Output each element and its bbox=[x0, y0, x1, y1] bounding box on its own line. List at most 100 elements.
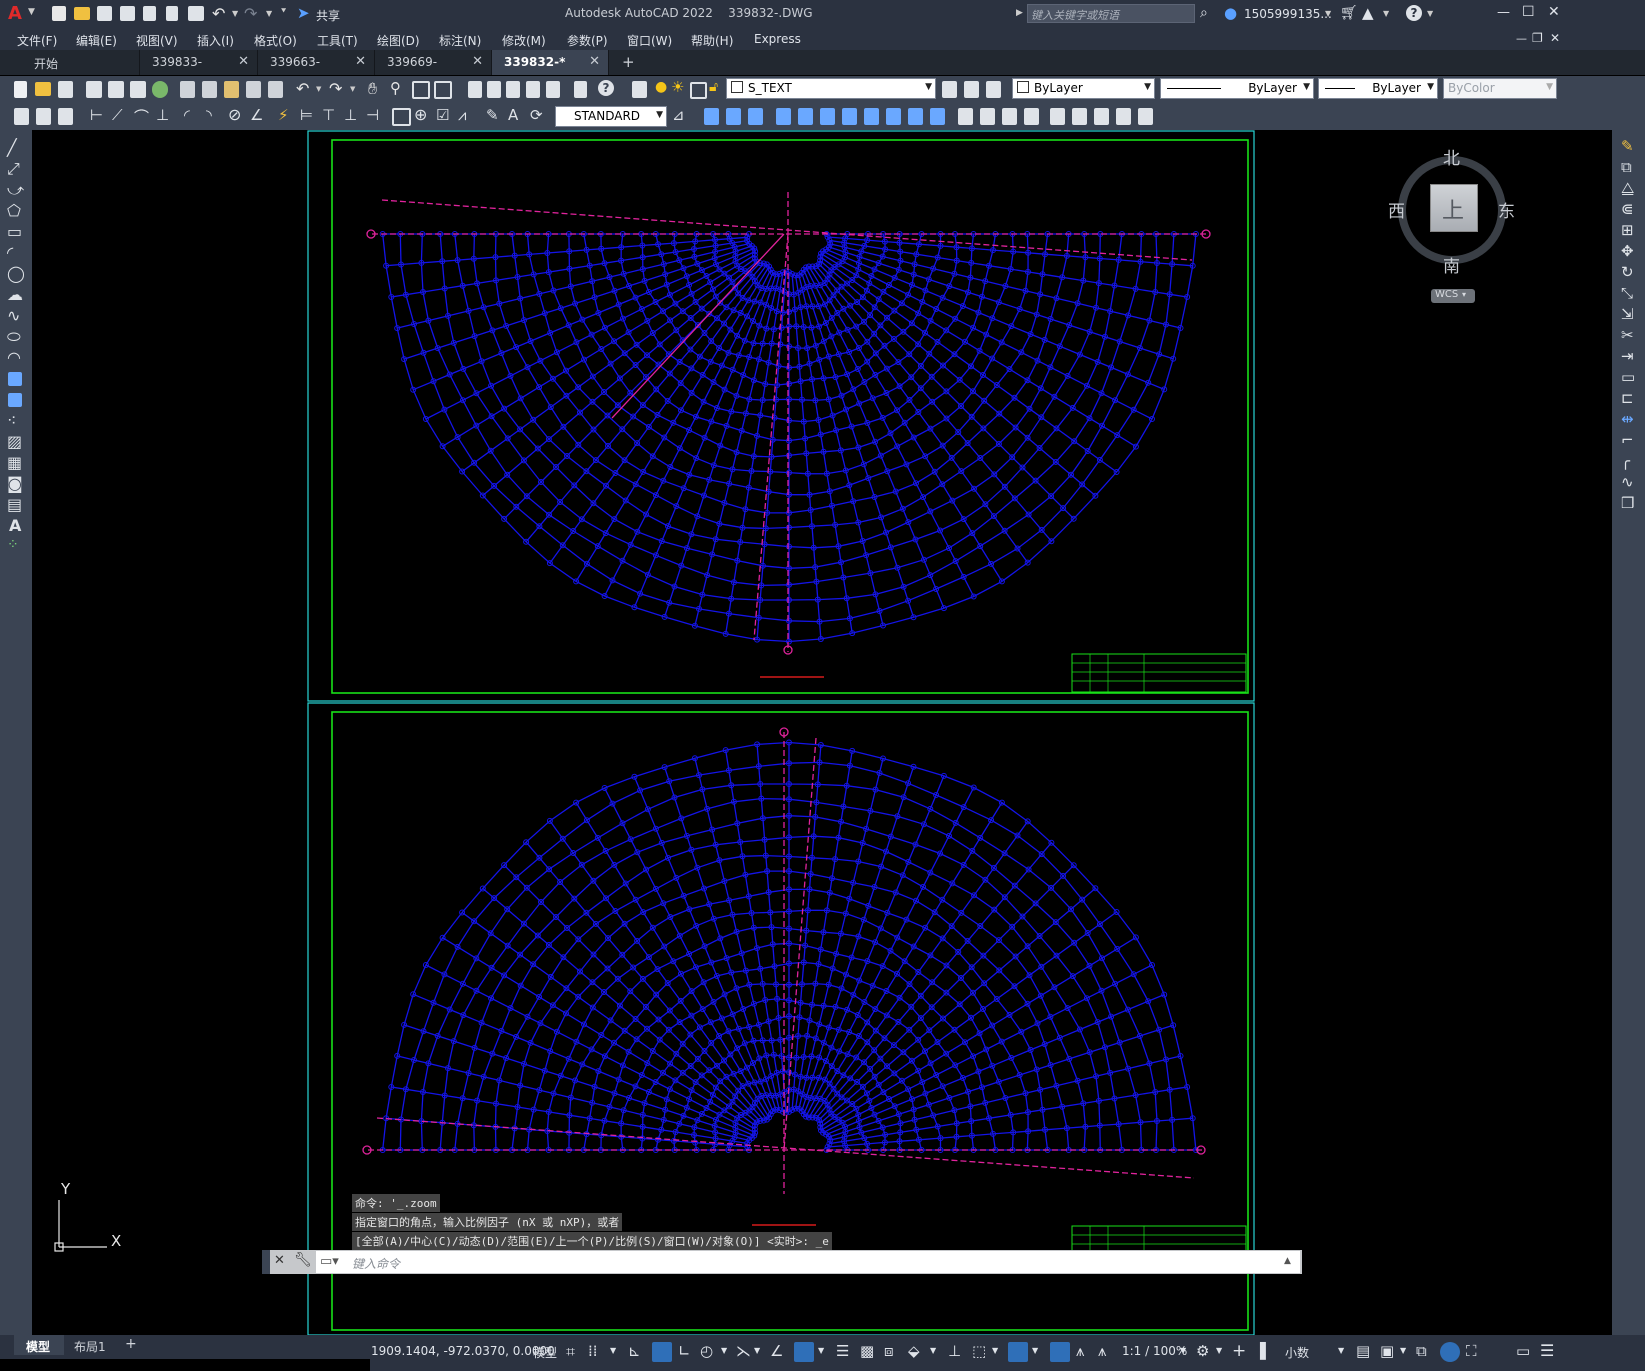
user-dropdown-icon[interactable]: ▼ bbox=[1325, 9, 1331, 18]
menu-insert[interactable]: 插入(I) bbox=[197, 32, 234, 49]
menu-modify[interactable]: 修改(M) bbox=[502, 32, 546, 49]
layer-on-icon[interactable]: ● bbox=[655, 79, 667, 95]
publish-icon[interactable] bbox=[143, 6, 156, 21]
annotation-scale-icon[interactable]: ⩚ bbox=[1098, 1342, 1106, 1360]
jogged-linear-icon[interactable]: ⩘ bbox=[458, 106, 466, 124]
copy-faces-icon[interactable] bbox=[908, 108, 923, 125]
polar-dropdown-icon[interactable]: ▼ bbox=[721, 1346, 727, 1355]
snap-icon[interactable]: ⁞⁞ bbox=[588, 1342, 598, 1360]
array-icon[interactable]: ⊞ bbox=[1621, 221, 1634, 239]
close-icon[interactable]: ✕ bbox=[472, 54, 483, 69]
dim-reassoc-icon[interactable]: ⟳ bbox=[530, 106, 543, 124]
command-grip[interactable] bbox=[262, 1250, 270, 1274]
minimize-button[interactable]: — bbox=[1497, 5, 1510, 20]
new-file-icon[interactable] bbox=[52, 6, 66, 21]
center-mark-icon[interactable]: ⊕ bbox=[414, 105, 427, 124]
chamfer-icon[interactable]: ⌐ bbox=[1621, 431, 1634, 449]
infer-constraints-icon[interactable]: ⊾ bbox=[628, 1342, 641, 1360]
plot-icon[interactable] bbox=[86, 81, 102, 98]
arc-icon[interactable]: ◜ bbox=[7, 243, 13, 262]
tolerance-icon[interactable] bbox=[392, 108, 411, 126]
layer-properties-icon[interactable] bbox=[632, 81, 647, 98]
section-icon[interactable] bbox=[1116, 108, 1131, 125]
properties-icon[interactable] bbox=[468, 81, 482, 98]
layer-select[interactable]: S_TEXT ▼ bbox=[726, 78, 936, 99]
layer-viewport-icon[interactable] bbox=[690, 82, 707, 99]
move-icon[interactable]: ✥ bbox=[1621, 242, 1634, 260]
linetype-select[interactable]: ByLayer ▼ bbox=[1160, 78, 1314, 99]
angular-dim-icon[interactable]: ∠ bbox=[250, 106, 263, 124]
color-faces-icon[interactable] bbox=[930, 108, 945, 125]
block-editor-icon[interactable] bbox=[268, 81, 283, 98]
union-icon[interactable] bbox=[704, 108, 719, 125]
units-value[interactable]: 小数 bbox=[1285, 1344, 1309, 1361]
lock-ui-icon[interactable]: ▣ bbox=[1380, 1342, 1394, 1360]
insert-block-icon[interactable] bbox=[8, 372, 22, 386]
tab-339669[interactable]: 339669- ✕ bbox=[375, 50, 492, 75]
diameter-dim-icon[interactable]: ⊘ bbox=[228, 105, 241, 124]
tab-339832[interactable]: 339832-* ✕ bbox=[492, 50, 609, 75]
region-icon[interactable]: ◙ bbox=[7, 474, 23, 493]
compass-east[interactable]: 东 bbox=[1498, 197, 1515, 222]
dim-style-icon[interactable] bbox=[36, 108, 51, 125]
units-dropdown-icon[interactable]: ▼ bbox=[1338, 1346, 1344, 1355]
stretch-icon[interactable]: ⇲ bbox=[1621, 305, 1634, 323]
line-icon[interactable]: ╱ bbox=[7, 138, 17, 157]
menu-window[interactable]: 窗口(W) bbox=[627, 32, 672, 49]
jogged-dim-icon[interactable]: ◝ bbox=[206, 106, 212, 124]
menu-edit[interactable]: 编辑(E) bbox=[76, 32, 117, 49]
pan-icon[interactable]: ✋︎ bbox=[368, 79, 377, 99]
mirror-icon[interactable]: ⧋ bbox=[1621, 179, 1634, 197]
layout-tab-layout1[interactable]: 布局1 bbox=[66, 1335, 118, 1355]
extrude-faces-icon[interactable] bbox=[776, 108, 791, 125]
coordinate-readout[interactable]: 1909.1404, -972.0370, 0.0000 bbox=[371, 1344, 555, 1358]
dim-override-icon[interactable] bbox=[58, 108, 73, 125]
quickcalc-icon[interactable] bbox=[574, 81, 587, 98]
transparency-icon[interactable]: ▩ bbox=[860, 1342, 874, 1360]
object-snap-icon[interactable] bbox=[794, 1342, 814, 1362]
drawing-canvas[interactable]: Y X 上 北 南 东 西 WCS ▾ 命令: '_.zoom 指定窗口的角点，… bbox=[32, 130, 1612, 1335]
customization-icon[interactable]: ▭ bbox=[1516, 1342, 1530, 1360]
rotate-faces-icon[interactable] bbox=[864, 108, 879, 125]
ellipse-icon[interactable]: ⬭ bbox=[7, 327, 21, 347]
lineweight-select[interactable]: ByLayer ▼ bbox=[1318, 78, 1438, 99]
linear-dim-icon[interactable]: ⊢ bbox=[90, 106, 103, 124]
ellipse-arc-icon[interactable]: ◠ bbox=[7, 348, 21, 367]
zoom-previous-icon[interactable] bbox=[434, 81, 452, 99]
undo-dropdown-icon[interactable]: ▼ bbox=[316, 85, 321, 93]
cut-icon[interactable] bbox=[180, 81, 195, 98]
match-properties-icon[interactable] bbox=[246, 81, 261, 98]
erase-icon[interactable]: ✎ bbox=[1621, 137, 1634, 155]
break-at-point-icon[interactable]: ▭ bbox=[1621, 368, 1635, 386]
auto-scale-icon[interactable]: ⩚ bbox=[1076, 1342, 1084, 1360]
shell-icon[interactable] bbox=[1024, 108, 1039, 125]
rectangle-icon[interactable]: ▭ bbox=[7, 222, 22, 241]
3d-osnap-dropdown-icon[interactable]: ▼ bbox=[930, 1346, 936, 1355]
model-space-toggle[interactable]: 模型 bbox=[533, 1344, 557, 1361]
autodesk-app-icon[interactable]: ▲ bbox=[1362, 4, 1374, 22]
slice-icon[interactable] bbox=[1094, 108, 1109, 125]
share-icon[interactable]: ➤ bbox=[297, 4, 310, 22]
annotation-monitor-icon[interactable]: + bbox=[1232, 1341, 1246, 1361]
menu-express[interactable]: Express bbox=[754, 32, 801, 46]
polar-tracking-icon[interactable]: ◴ bbox=[700, 1342, 713, 1360]
gizmo-icon[interactable] bbox=[1008, 1342, 1028, 1362]
copy-icon[interactable] bbox=[202, 81, 217, 98]
close-icon[interactable]: ✕ bbox=[355, 54, 366, 69]
export-icon[interactable] bbox=[166, 6, 178, 21]
search-input[interactable]: 键入关键字或短语 bbox=[1027, 4, 1195, 23]
check-icon[interactable] bbox=[1050, 108, 1065, 125]
status-menu-icon[interactable]: ☰ bbox=[1540, 1341, 1554, 1360]
subtract-icon[interactable] bbox=[726, 108, 741, 125]
redo-dropdown-icon[interactable]: ▼ bbox=[266, 9, 272, 18]
selection-cycling-icon[interactable]: ⧈ bbox=[884, 1342, 894, 1360]
workspace-dropdown-icon[interactable]: ▼ bbox=[1216, 1346, 1222, 1355]
lineweight-icon[interactable]: ☰ bbox=[836, 1342, 849, 1360]
3d-dwf-icon[interactable] bbox=[152, 81, 168, 98]
continue-dim-icon[interactable]: ⊤ bbox=[322, 106, 335, 124]
spline-icon[interactable]: ∿ bbox=[7, 306, 20, 325]
new-layout-button[interactable]: + bbox=[125, 1336, 137, 1352]
separate-icon[interactable] bbox=[1002, 108, 1017, 125]
grid-icon[interactable]: ⌗ bbox=[566, 1342, 575, 1362]
construction-line-icon[interactable]: ⤢ bbox=[7, 159, 20, 179]
